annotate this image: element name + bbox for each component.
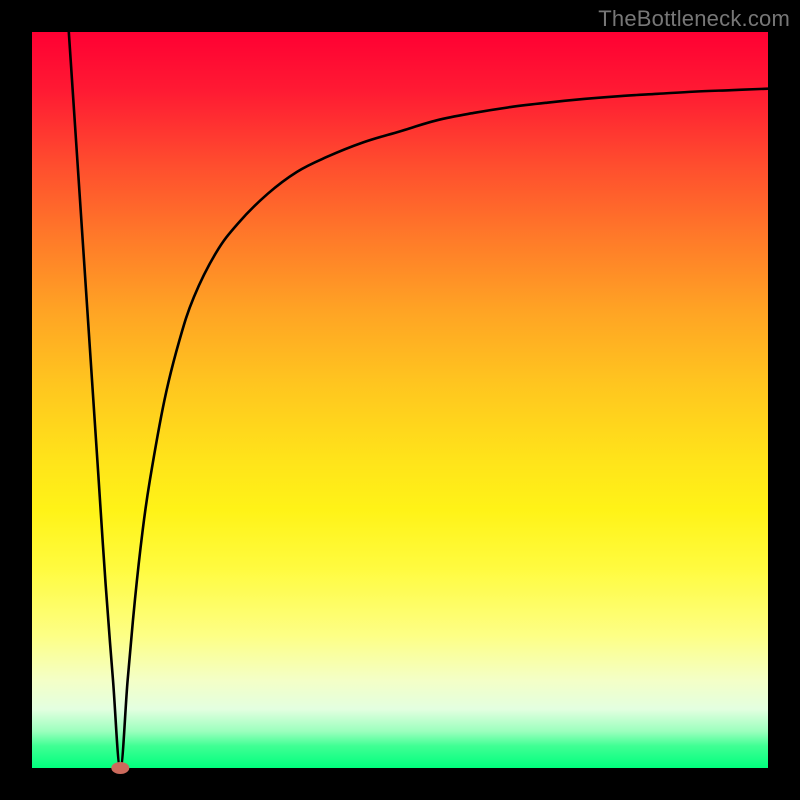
plot-area	[32, 32, 768, 768]
watermark-text: TheBottleneck.com	[598, 6, 790, 32]
chart-frame: TheBottleneck.com	[0, 0, 800, 800]
curve-layer	[32, 32, 768, 768]
bottleneck-curve	[69, 32, 768, 768]
optimal-point-marker	[111, 762, 129, 774]
